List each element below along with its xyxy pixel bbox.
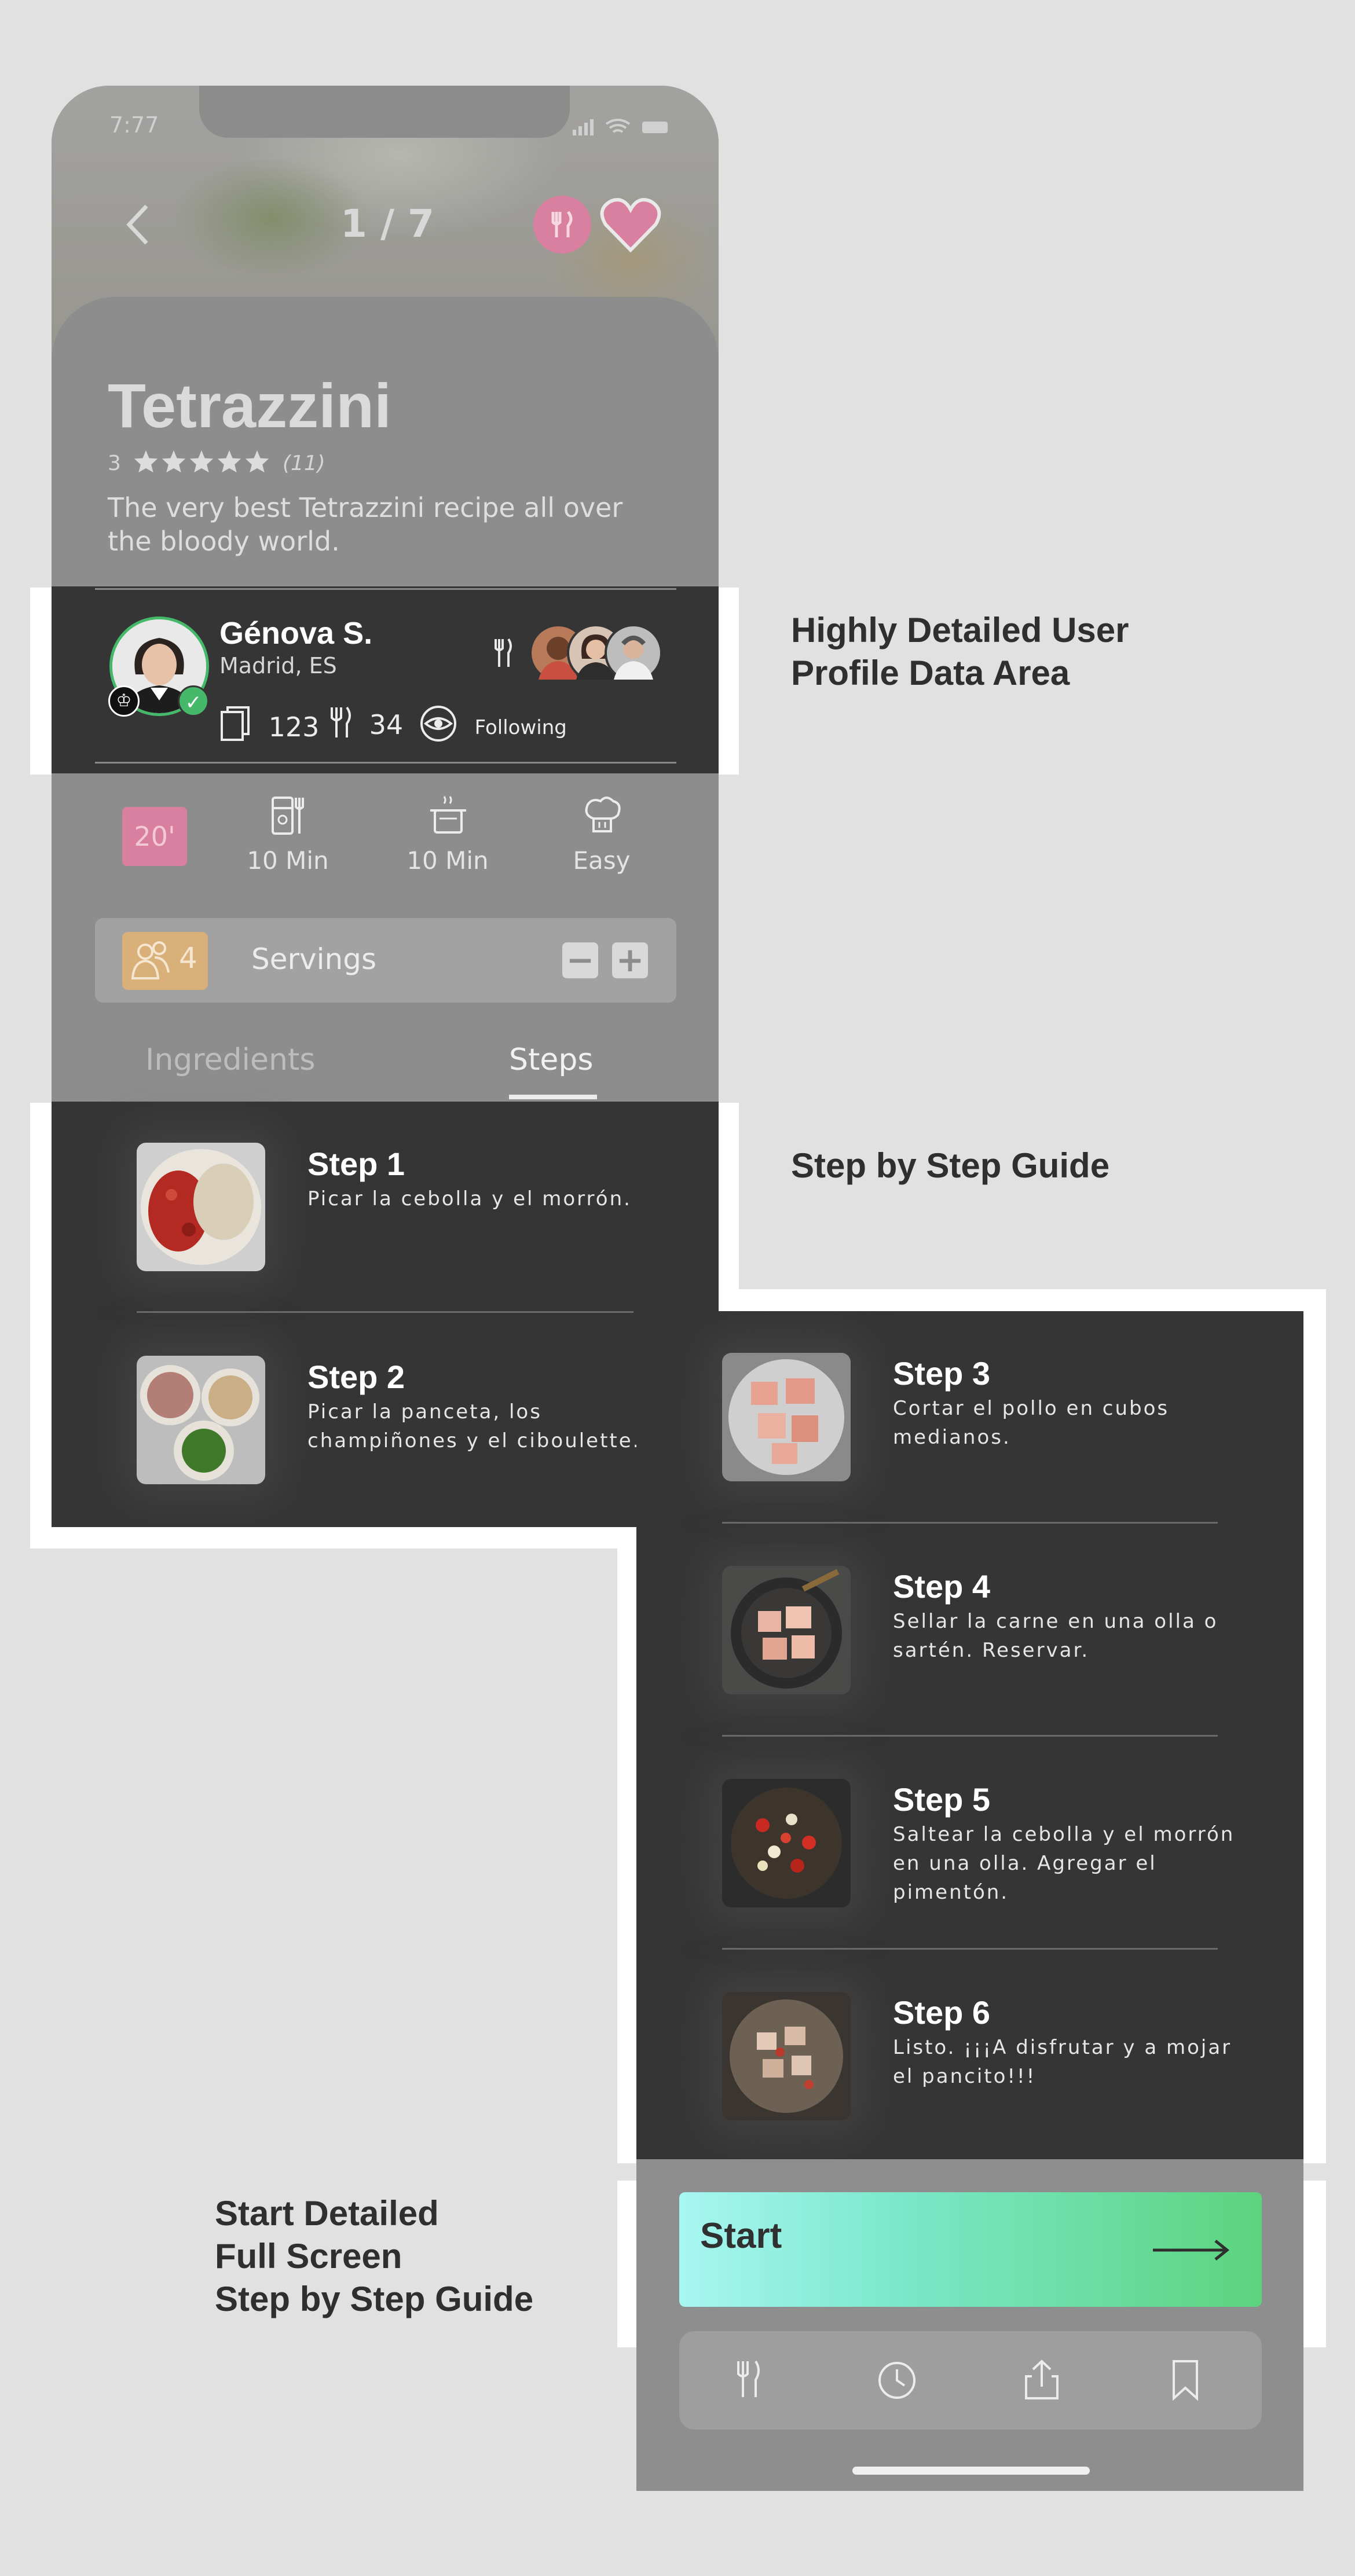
step-image[interactable] bbox=[722, 1566, 851, 1694]
chef-hat-icon bbox=[585, 797, 621, 832]
rating-value: 3 bbox=[108, 452, 121, 475]
clock-icon[interactable] bbox=[877, 2360, 917, 2401]
total-time-badge: 20' bbox=[122, 807, 187, 866]
copy-icon bbox=[219, 705, 252, 748]
tab-ingredients[interactable]: Ingredients bbox=[145, 1043, 315, 1077]
annotation-line: Start Detailed bbox=[215, 2194, 439, 2233]
divider bbox=[722, 1735, 1218, 1737]
divider bbox=[95, 588, 676, 590]
recipes-stat: 123 bbox=[219, 705, 319, 748]
step-image[interactable] bbox=[137, 1143, 265, 1271]
active-tab-indicator bbox=[509, 1095, 597, 1099]
annotation-start: Start Detailed Full Screen Step by Step … bbox=[215, 2192, 533, 2321]
step-description: Picar la panceta, los champiñones y el c… bbox=[307, 1400, 641, 1452]
annotation-line: Highly Detailed User bbox=[791, 611, 1129, 649]
star-icon bbox=[246, 450, 269, 473]
servings-label: Servings bbox=[251, 942, 377, 976]
prep-time: 10 Min bbox=[247, 846, 329, 875]
follower-avatar[interactable] bbox=[605, 624, 662, 682]
arrow-right-icon bbox=[1151, 2237, 1232, 2263]
annotation-line: Step by Step Guide bbox=[215, 2280, 534, 2318]
cook-time: 10 Min bbox=[407, 846, 489, 875]
divider bbox=[137, 1311, 633, 1313]
annotation-profile: Highly Detailed User Profile Data Area bbox=[791, 609, 1129, 695]
status-icons bbox=[573, 116, 671, 137]
fridge-icon bbox=[272, 797, 304, 835]
rating-row: 3 (11) bbox=[108, 449, 325, 479]
servings-count: 4 bbox=[179, 941, 197, 975]
step-description: Saltear la cebolla y el morrón en una ol… bbox=[893, 1823, 1235, 1904]
step-image[interactable] bbox=[722, 1779, 851, 1907]
check-icon: ✓ bbox=[178, 685, 209, 717]
star-rating bbox=[133, 449, 272, 479]
start-label: Start bbox=[700, 2216, 782, 2256]
recipe-description: The very best Tetrazzini recipe all over… bbox=[108, 492, 623, 557]
recipe-title: Tetrazzini bbox=[108, 370, 392, 441]
annotation-steps: Step by Step Guide bbox=[791, 1146, 1110, 1185]
step-description: Sellar la carne en una olla o sartén. Re… bbox=[893, 1610, 1218, 1662]
fork-knife-icon[interactable] bbox=[533, 196, 591, 254]
step-image[interactable] bbox=[722, 1353, 851, 1481]
divider bbox=[95, 762, 676, 764]
cooked-count: 34 bbox=[369, 709, 404, 740]
step-title: Step 1 bbox=[307, 1146, 405, 1182]
tab-steps[interactable]: Steps bbox=[509, 1043, 594, 1077]
device-notch bbox=[199, 86, 570, 138]
step-title: Step 2 bbox=[307, 1359, 405, 1395]
divider bbox=[722, 1948, 1218, 1950]
fork-knife-icon bbox=[329, 705, 353, 746]
step-title: Step 3 bbox=[893, 1355, 991, 1392]
star-icon bbox=[190, 450, 214, 473]
decrease-servings-button[interactable]: − bbox=[562, 942, 598, 978]
annotation-line: Full Screen bbox=[215, 2237, 402, 2276]
cooked-stat: 34 bbox=[329, 705, 403, 746]
annotation-line: Profile Data Area bbox=[791, 654, 1070, 692]
status-time: 7:77 bbox=[109, 112, 159, 138]
fork-knife-icon bbox=[493, 637, 514, 669]
recipe-screen: 7:77 1 / 7 Tetrazzini 3 (11) The very be… bbox=[52, 86, 719, 1527]
user-location: Madrid, ES bbox=[219, 653, 337, 678]
follow-label: Following bbox=[474, 716, 567, 739]
back-arrow-icon[interactable] bbox=[121, 201, 156, 248]
share-icon[interactable] bbox=[1021, 2358, 1062, 2401]
increase-servings-button[interactable]: + bbox=[612, 942, 648, 978]
recipes-count: 123 bbox=[268, 711, 320, 743]
step-description: Cortar el pollo en cubos medianos. bbox=[893, 1397, 1170, 1449]
difficulty: Easy bbox=[573, 846, 631, 875]
step-title: Step 4 bbox=[893, 1568, 991, 1605]
star-icon bbox=[218, 450, 241, 473]
bookmark-icon[interactable] bbox=[1169, 2359, 1202, 2401]
star-icon bbox=[134, 450, 158, 473]
heart-icon[interactable] bbox=[599, 195, 662, 255]
fork-knife-icon[interactable] bbox=[734, 2359, 763, 2399]
step-title: Step 6 bbox=[893, 1994, 991, 2031]
pot-icon bbox=[430, 796, 466, 834]
eye-icon bbox=[420, 705, 457, 748]
step-title: Step 5 bbox=[893, 1781, 991, 1818]
follow-toggle[interactable]: Following bbox=[420, 705, 567, 748]
user-name[interactable]: Génova S. bbox=[219, 615, 372, 651]
home-indicator bbox=[852, 2467, 1090, 2475]
divider bbox=[722, 1522, 1218, 1524]
rating-count: (11) bbox=[282, 452, 325, 475]
steps-fullscreen: Step 3 Cortar el pollo en cubos medianos… bbox=[636, 1311, 1303, 2491]
star-icon bbox=[162, 450, 186, 473]
step-description: Listo. ¡¡¡A disfrutar y a mojar el panci… bbox=[893, 2036, 1232, 2088]
trophy-icon: ♔ bbox=[108, 685, 140, 717]
step-image[interactable] bbox=[137, 1356, 265, 1484]
step-counter: 1 / 7 bbox=[340, 201, 434, 246]
step-description: Picar la cebolla y el morrón. bbox=[307, 1187, 632, 1210]
step-image[interactable] bbox=[722, 1992, 851, 2120]
